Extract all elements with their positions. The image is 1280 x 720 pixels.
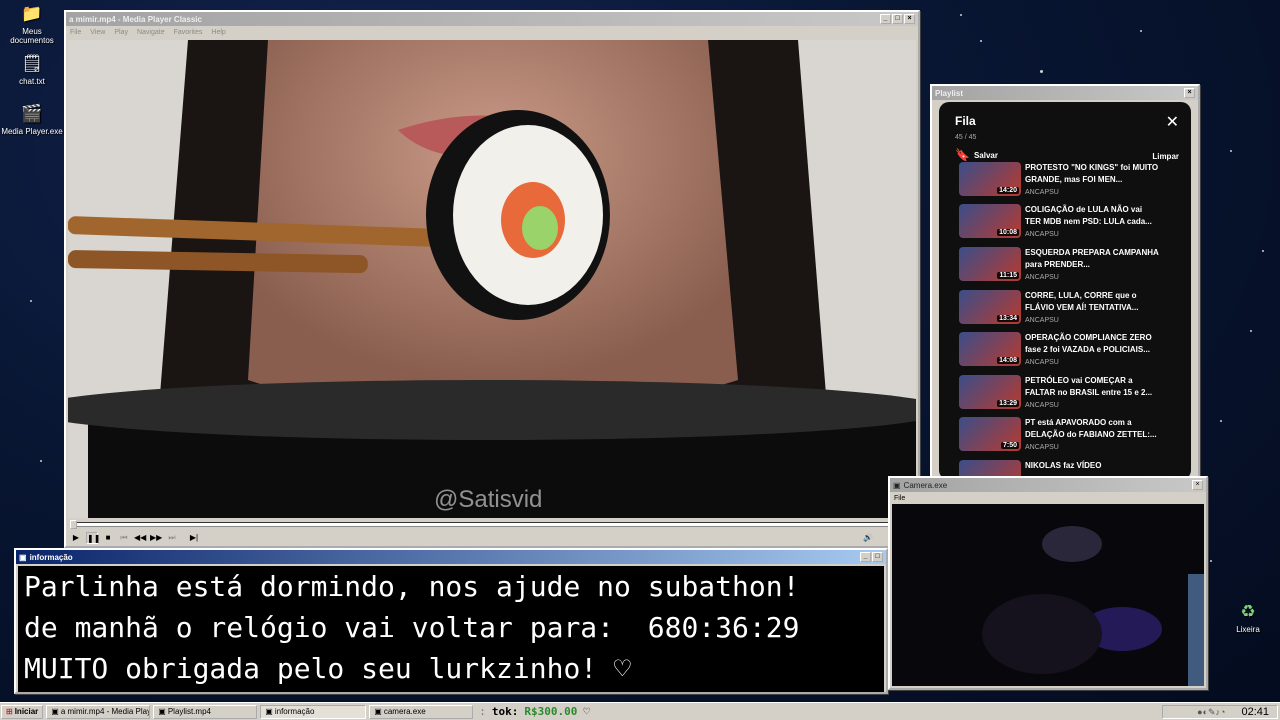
ticker-label: tok: [491,705,519,718]
video-thumbnail: 13:34 [959,290,1021,324]
window-title: informação [29,552,73,562]
playlist-count: 45 / 45 [955,134,977,141]
menu-file[interactable]: File [894,495,905,502]
media-player-icon: 🎬 [21,103,43,123]
window-app-icon: ▣ [19,552,27,562]
bookmark-icon: 🔖 [955,148,970,162]
camera-titlebar[interactable]: ▣ Camera.exe × [890,478,1206,492]
text-file-icon: 🗒 [21,53,43,73]
media-player-titlebar[interactable]: a mimir.mp4 - Media Player Classic _ □ × [66,12,918,26]
app-icon: ▣ [374,707,382,716]
tray-icons[interactable]: ●◐✎♪◔ [1197,707,1225,718]
menu-navigate[interactable]: Navigate [137,29,165,36]
menu-bar: File [890,492,1206,504]
app-icon: ▣ [51,707,59,716]
close-button[interactable]: × [1184,88,1195,98]
playlist-header: Fila [955,114,976,128]
playlist-item[interactable]: 13:29 PETRÓLEO vai COMEÇAR a FALTAR no B… [959,375,1184,411]
info-message: Parlinha está dormindo, nos ajude no sub… [18,566,884,692]
playlist-item[interactable]: 14:08 OPERAÇÃO COMPLIANCE ZERO fase 2 fo… [959,332,1184,368]
windows-logo-icon: ⊞ [6,707,13,716]
app-icon: ▣ [158,707,166,716]
taskbar-item-media-player[interactable]: ▣ a mimir.mp4 - Media Playe... [46,704,151,719]
folder-icon: 📁 [21,3,43,23]
menu-bar: File View Play Navigate Favorites Help [66,26,918,38]
playlist-item[interactable]: 7:50 PT está APAVORADO com a DELAÇÃO do … [959,417,1184,453]
camera-window: ▣ Camera.exe × File [888,476,1208,690]
app-icon: ▣ [265,707,273,716]
taskbar-item-camera[interactable]: ▣ camera.exe [369,704,474,719]
playlist-item[interactable]: 11:15 ESQUERDA PREPARA CAMPANHA para PRE… [959,247,1184,283]
video-thumbnail: 14:20 [959,162,1021,196]
seek-bar[interactable] [70,520,916,529]
playlist-item[interactable]: 10:08 COLIGAÇÃO de LULA NÃO vai TER MDB … [959,204,1184,240]
taskbar: ⊞ Iniciar ▣ a mimir.mp4 - Media Playe...… [0,702,1280,720]
playback-controls: ▶ ❚❚ ■ ⏮ ◀◀ ▶▶ ⏭ ▶| [70,532,200,544]
seek-thumb[interactable] [70,520,77,529]
stop-button[interactable]: ■ [102,532,114,544]
menu-file[interactable]: File [70,29,81,36]
recycle-bin-icon: ♻ [1240,601,1256,621]
previous-button[interactable]: ⏮ [118,532,130,544]
info-line: MUITO obrigada pelo seu lurkzinho! ♡ [24,652,631,685]
video-thumbnail: 11:15 [959,247,1021,281]
menu-view[interactable]: View [90,29,105,36]
info-line: de manhã o relógio vai voltar para: 680:… [24,611,800,644]
clock: 02:41 [1241,706,1269,718]
video-thumbnail: 14:08 [959,332,1021,366]
menu-play[interactable]: Play [114,29,128,36]
video-frame[interactable]: @Satisvid [68,40,916,518]
play-button[interactable]: ▶ [70,532,82,544]
playlist-window: Playlist × Fila ✕ 45 / 45 🔖 Salvar Limpa… [930,84,1200,482]
taskbar-item-info[interactable]: ▣ informação [260,704,367,719]
system-tray: ●◐✎♪◔ 02:41 [1162,705,1278,719]
donation-ticker: : tok: R$300.00 ♡ [479,705,591,718]
info-line: Parlinha está dormindo, nos ajude no sub… [24,570,800,603]
volume-icon[interactable]: 🔊 [862,532,874,544]
close-button[interactable]: × [904,14,915,24]
desktop-icon-chat[interactable]: 🗒 chat.txt [0,52,64,87]
video-thumbnail: 10:08 [959,204,1021,238]
heart-icon: ♡ [583,705,591,718]
media-player-window: a mimir.mp4 - Media Player Classic _ □ ×… [64,10,920,548]
forward-button[interactable]: ▶▶ [150,532,162,544]
info-window: ▣ informação _ □ Parlinha está dormindo,… [14,548,888,694]
video-watermark: @Satisvid [434,486,543,513]
playlist-titlebar[interactable]: Playlist × [932,86,1198,100]
window-title: Playlist [935,88,964,98]
desktop-icon-recycle-bin[interactable]: ♻ Lixeira [1216,600,1280,635]
frame-step-button[interactable]: ▶| [188,532,200,544]
video-thumbnail: 7:50 [959,417,1021,451]
video-thumbnail: 13:29 [959,375,1021,409]
start-button[interactable]: ⊞ Iniciar [1,704,44,719]
playlist-item[interactable]: 14:20 PROTESTO "NO KINGS" foi MUITO GRAN… [959,162,1184,198]
menu-favorites[interactable]: Favorites [174,29,203,36]
taskbar-item-playlist[interactable]: ▣ Playlist.mp4 [153,704,258,719]
playlist-panel: Fila ✕ 45 / 45 🔖 Salvar Limpar 14:20 PRO… [939,102,1191,480]
window-title: Camera.exe [903,480,948,490]
minimize-button[interactable]: _ [860,552,871,562]
close-button[interactable]: × [1192,480,1203,490]
save-playlist-button[interactable]: 🔖 Salvar [955,148,998,162]
desktop-icon-media-player[interactable]: 🎬 Media Player.exe [0,102,64,137]
playlist-close-icon[interactable]: ✕ [1166,112,1179,132]
clear-playlist-button[interactable]: Limpar [1152,152,1179,161]
menu-help[interactable]: Help [211,29,225,36]
maximize-button[interactable]: □ [872,552,883,562]
ticker-value: R$300.00 [524,705,578,718]
playlist-item[interactable]: 13:34 CORRE, LULA, CORRE que o FLÁVIO VE… [959,290,1184,326]
maximize-button[interactable]: □ [892,14,903,24]
camera-icon: ▣ [893,480,901,490]
desktop-icon-documents[interactable]: 📁 Meus documentos [0,2,64,46]
next-button[interactable]: ⏭ [166,532,178,544]
info-titlebar[interactable]: ▣ informação _ □ [16,550,886,564]
pause-button[interactable]: ❚❚ [86,532,100,544]
camera-scene [892,504,1204,686]
window-title: a mimir.mp4 - Media Player Classic [69,14,202,24]
minimize-button[interactable]: _ [880,14,891,24]
camera-feed [892,504,1204,686]
rewind-button[interactable]: ◀◀ [134,532,146,544]
video-scene [68,40,916,518]
